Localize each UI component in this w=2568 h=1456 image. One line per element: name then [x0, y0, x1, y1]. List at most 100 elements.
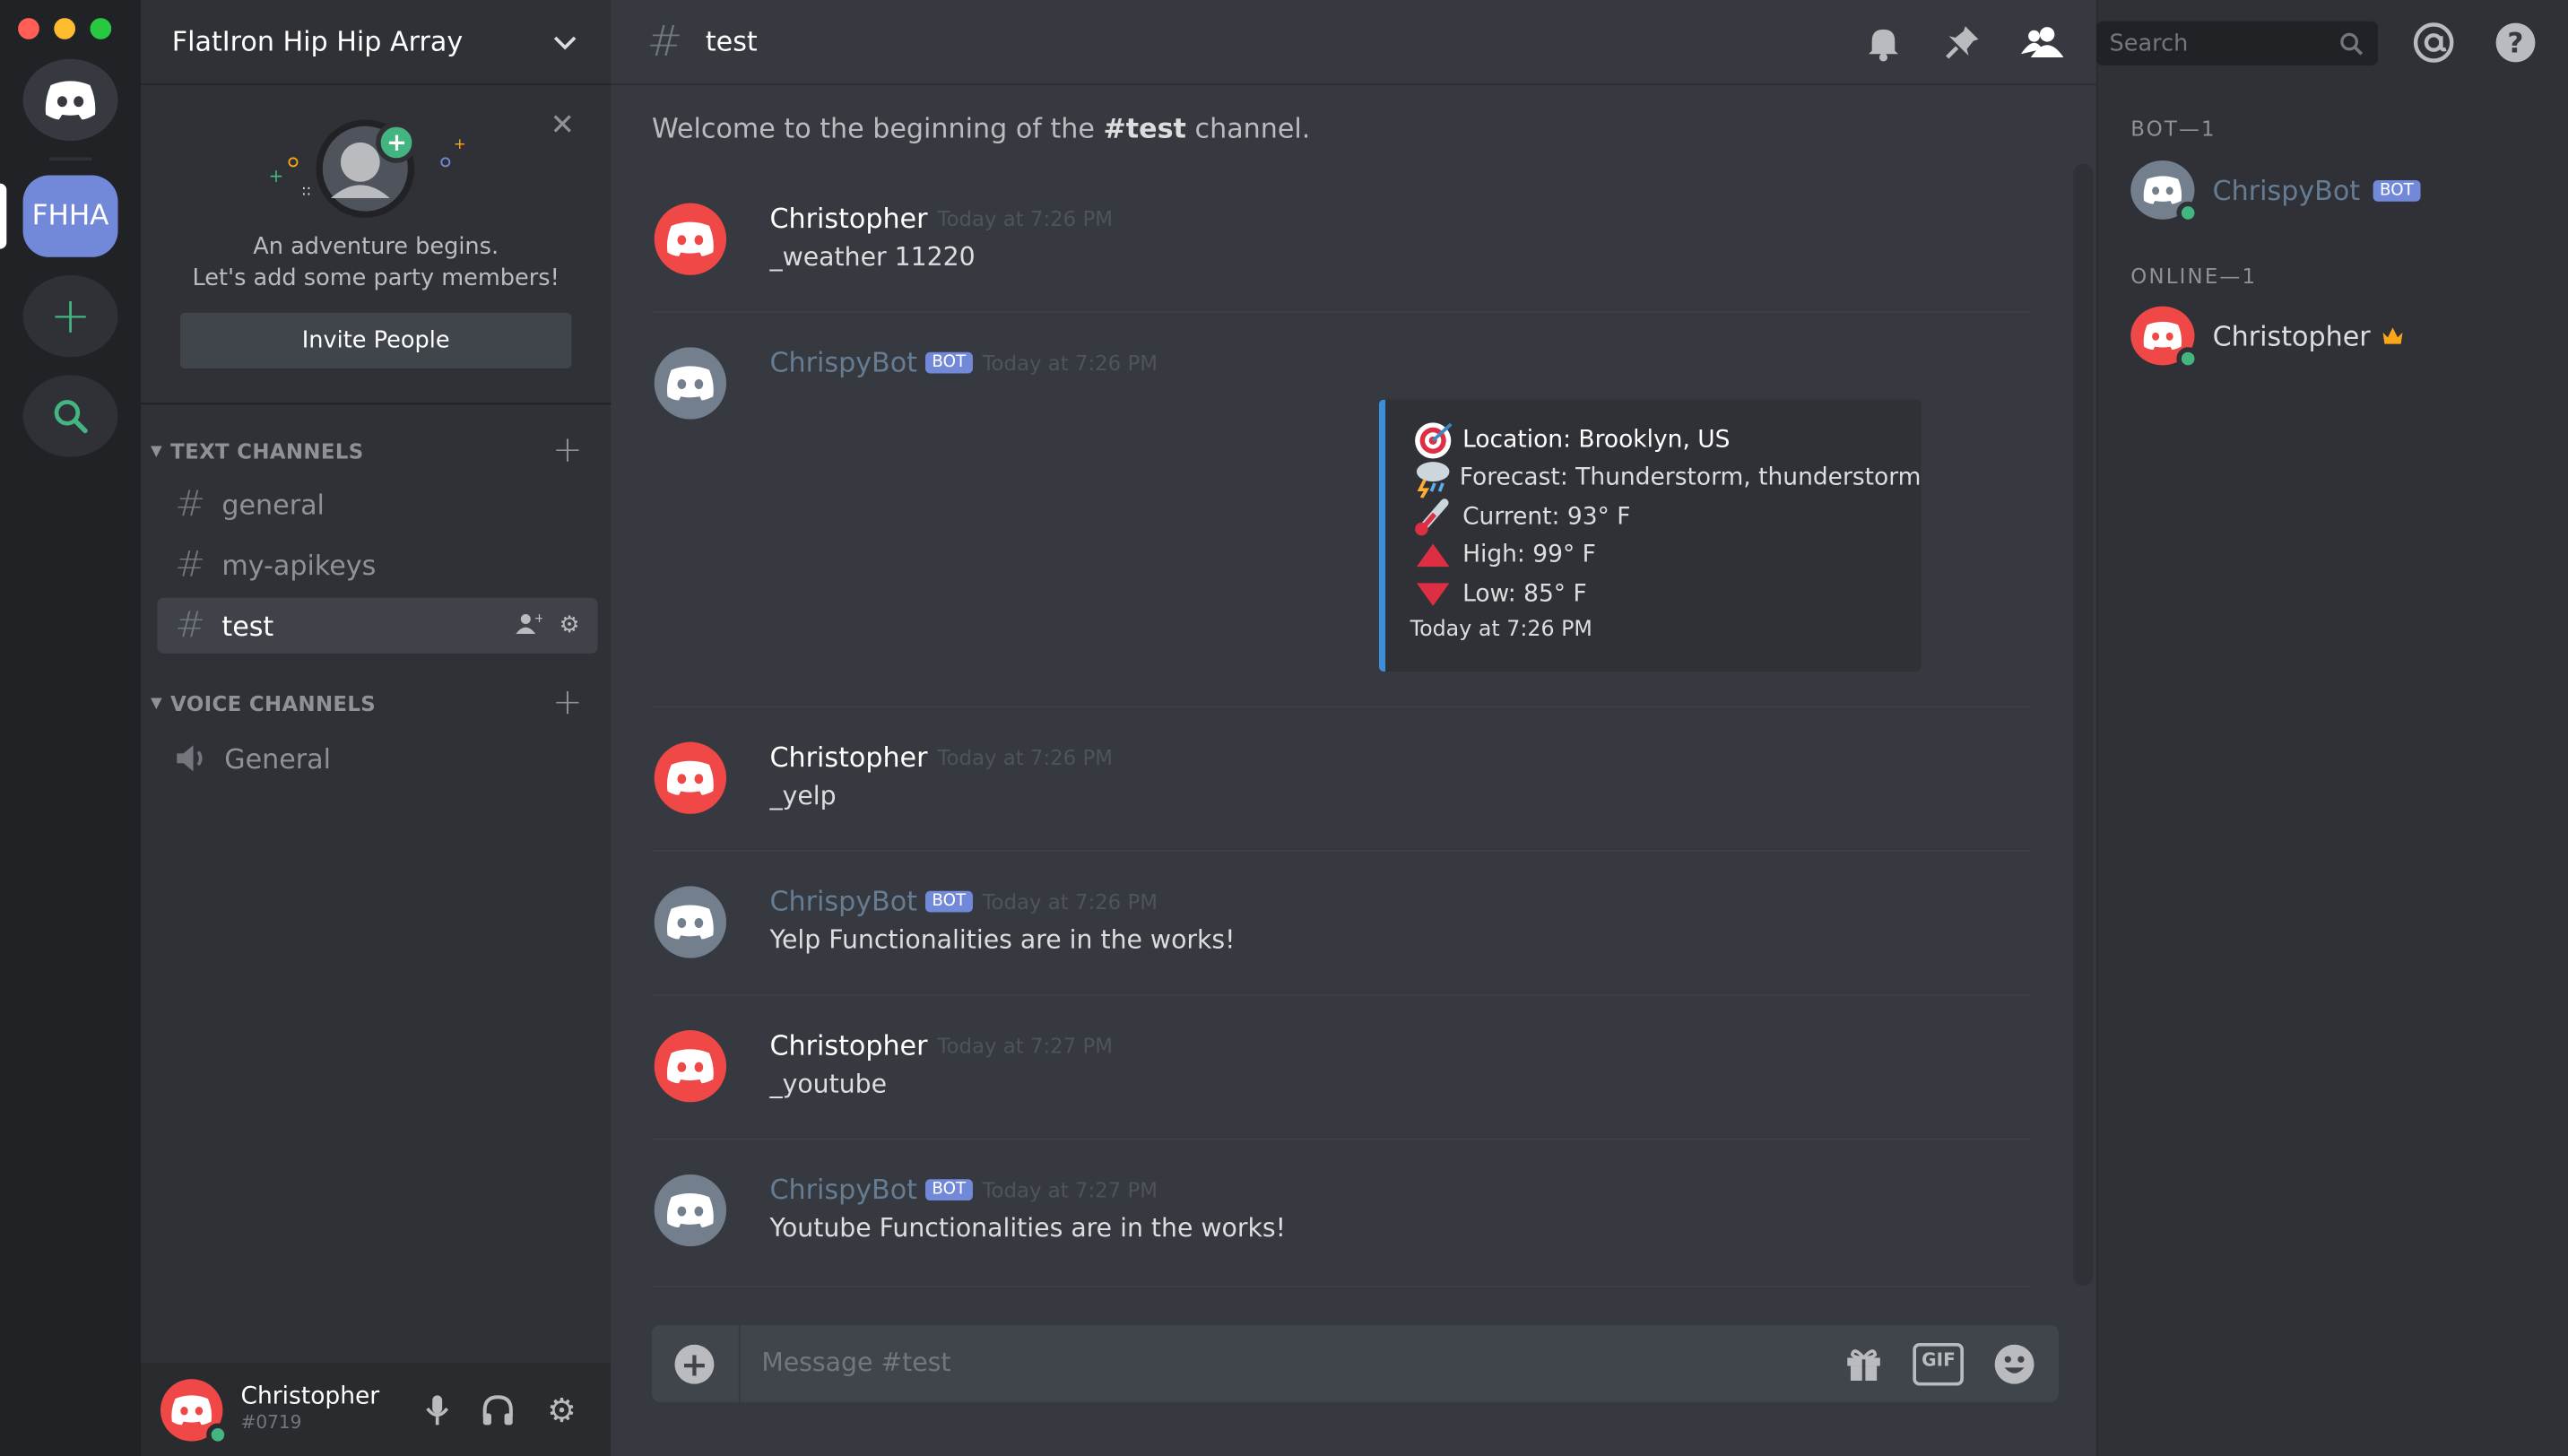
voice-channel-general[interactable]: General [157, 731, 597, 786]
chat-area: # test Welcome to the beginning of the #… [611, 0, 2096, 1456]
category-text-channels[interactable]: ▼ TEXT CHANNELS + [151, 430, 593, 472]
close-window-button[interactable] [18, 18, 39, 39]
home-button[interactable] [22, 58, 118, 142]
message-header: ChrispyBot BOT Today at 7:27 PM [769, 1174, 1157, 1206]
gear-icon[interactable]: ⚙ [560, 612, 580, 638]
avatar[interactable] [159, 1378, 230, 1446]
mentions-at-icon[interactable] [2412, 22, 2454, 64]
member-list-icon[interactable] [2020, 23, 2064, 63]
embed-field: High: 99° F [1410, 536, 1922, 575]
invite-message: An adventure begins. Let's add some part… [141, 232, 611, 294]
help-icon[interactable]: ? [2494, 22, 2537, 64]
avatar[interactable] [652, 203, 729, 275]
composer-divider [738, 1324, 741, 1402]
message-author[interactable]: Christopher [769, 742, 927, 774]
channel-my-apikeys[interactable]: # my-apikeys [157, 537, 597, 593]
svg-text:+: + [386, 129, 407, 157]
pin-icon[interactable] [1942, 23, 1982, 63]
message-author[interactable]: Christopher [769, 1030, 927, 1062]
avatar[interactable] [652, 886, 729, 958]
chevron-down-icon: ▼ [151, 695, 163, 712]
channel-welcome: Welcome to the beginning of the #test ch… [652, 113, 1310, 144]
message-header: ChrispyBot BOT Today at 7:26 PM [769, 347, 1157, 378]
bot-badge: BOT [2373, 179, 2421, 201]
add-member-icon[interactable]: + [516, 612, 542, 636]
create-voice-channel-plus-icon[interactable]: + [552, 683, 583, 724]
message-divider [651, 850, 2031, 852]
add-server-button[interactable]: + [22, 274, 118, 358]
chat-scrollbar[interactable] [2073, 163, 2094, 1287]
message-composer: + Message #test GIF [651, 1324, 2059, 1402]
message-author[interactable]: ChrispyBot [769, 347, 917, 378]
server-fhha[interactable]: FHHA [22, 175, 118, 257]
welcome-prefix: Welcome to the beginning of the [651, 113, 1104, 144]
message-divider [651, 706, 2031, 708]
discord-avatar-icon [654, 886, 727, 958]
svg-text:+: + [454, 135, 466, 152]
chevron-down-icon [553, 35, 577, 49]
guild-header[interactable]: FlatIron Hip Hip Array [141, 0, 612, 85]
member-chrispybot[interactable]: ChrispyBot BOT [2130, 160, 2421, 225]
rail-divider [48, 157, 92, 161]
notification-bell-icon[interactable] [1864, 23, 1904, 63]
gift-icon[interactable] [1844, 1343, 1884, 1382]
discord-avatar-icon [654, 347, 727, 420]
hash-icon: # [175, 483, 206, 525]
avatar[interactable] [652, 1174, 729, 1247]
message-divider [651, 311, 2031, 313]
channel-name: general [221, 489, 325, 521]
user-name: Christopher [240, 1382, 380, 1409]
avatar[interactable] [652, 1030, 729, 1103]
gear-icon[interactable]: ⚙ [547, 1393, 577, 1426]
member-christopher[interactable]: Christopher [2130, 306, 2405, 370]
discord-logo-icon [45, 81, 96, 120]
avatar [2130, 160, 2199, 225]
channel-name: General [224, 742, 332, 775]
svg-text:?: ? [2507, 27, 2523, 59]
hash-icon: # [175, 605, 206, 646]
headphones-icon[interactable] [482, 1393, 515, 1426]
gif-button[interactable]: GIF [1913, 1342, 1964, 1386]
message-author[interactable]: ChrispyBot [769, 1174, 917, 1206]
target-icon [1410, 420, 1456, 460]
explore-servers-button[interactable] [22, 375, 118, 457]
discord-avatar-icon [654, 203, 727, 275]
avatar[interactable] [652, 741, 729, 814]
category-voice-channels[interactable]: ▼ VOICE CHANNELS + [151, 683, 593, 724]
zoom-window-button[interactable] [90, 18, 112, 39]
composer-tools: GIF [1844, 1342, 2035, 1386]
upload-plus-icon[interactable]: + [674, 1344, 715, 1384]
message-header: Christopher Today at 7:26 PM [769, 742, 1112, 774]
thunderstorm-icon [1410, 459, 1453, 498]
invite-people-button[interactable]: Invite People [179, 312, 572, 369]
category-label: TEXT CHANNELS [170, 438, 364, 464]
emoji-icon[interactable] [1993, 1343, 2035, 1385]
minimize-window-button[interactable] [54, 18, 76, 39]
embed-field-text: High: 99° F [1462, 542, 1596, 569]
channel-name: test [221, 610, 274, 642]
user-panel: Christopher #0719 ⚙ [141, 1362, 612, 1456]
message-timestamp: Today at 7:27 PM [982, 1177, 1158, 1202]
microphone-icon[interactable] [426, 1393, 449, 1426]
avatar[interactable] [652, 347, 729, 420]
svg-text:::: :: [301, 181, 311, 198]
embed-field-text: Low: 85° F [1462, 581, 1587, 608]
header-toolbar [1864, 0, 2064, 85]
search-input[interactable]: Search [2095, 21, 2379, 66]
search-icon [54, 400, 88, 434]
message-content: Yelp Functionalities are in the works! [769, 925, 1236, 956]
message-author[interactable]: Christopher [769, 204, 927, 235]
close-icon[interactable]: ✕ [551, 108, 576, 143]
bot-badge: BOT [925, 1179, 973, 1201]
channel-test[interactable]: # test + ⚙ [157, 597, 598, 654]
channel-name: my-apikeys [221, 549, 377, 581]
create-text-channel-plus-icon[interactable]: + [552, 430, 583, 472]
triangle-up-icon [1410, 542, 1456, 568]
message-input[interactable]: Message #test [761, 1348, 950, 1377]
welcome-channel: #test [1103, 113, 1186, 144]
message-header: Christopher Today at 7:26 PM [769, 204, 1112, 235]
channel-general[interactable]: # general [157, 477, 597, 533]
message-author[interactable]: ChrispyBot [769, 886, 917, 917]
window-controls [18, 18, 112, 39]
search-placeholder: Search [2109, 30, 2189, 57]
